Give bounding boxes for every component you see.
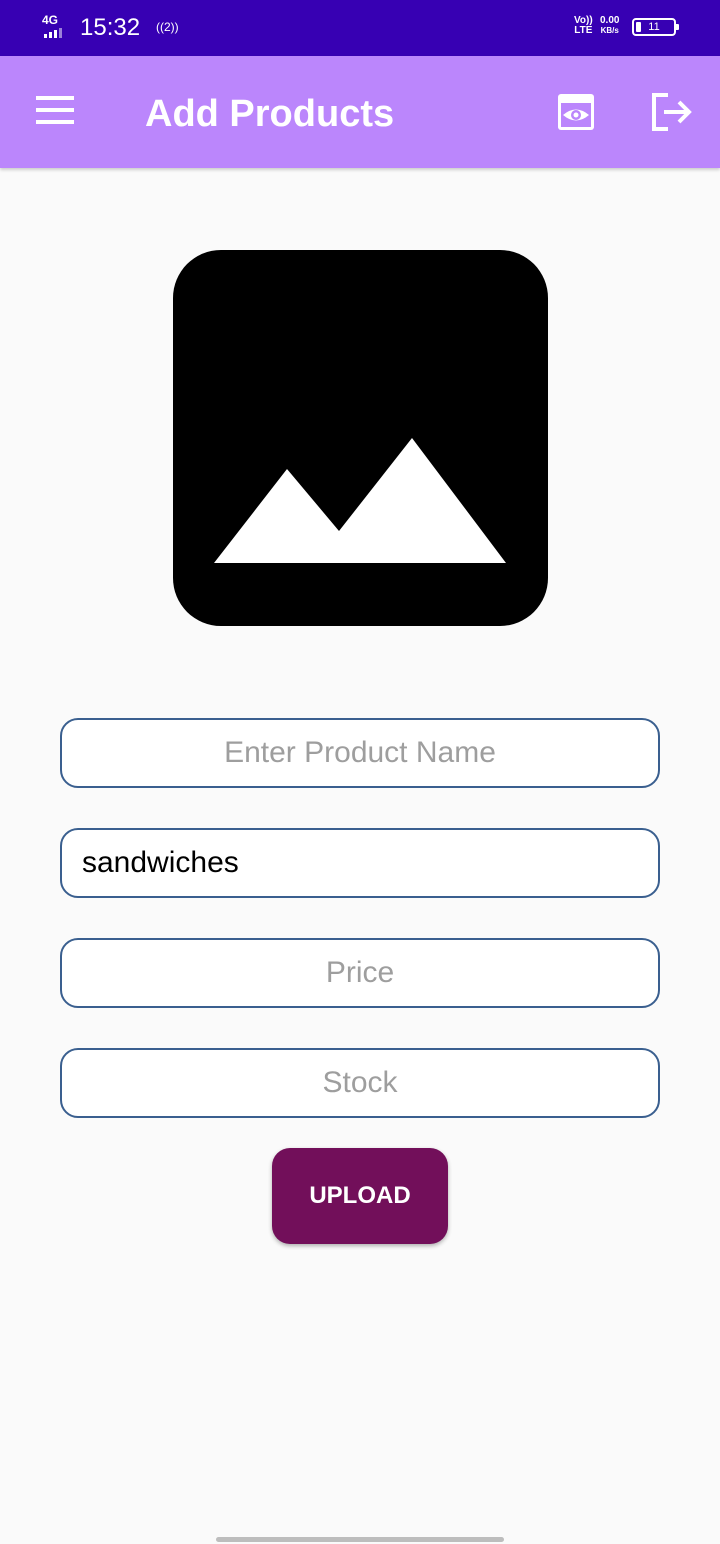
battery-icon: 11 — [632, 18, 679, 36]
home-indicator[interactable] — [216, 1537, 504, 1542]
logout-icon[interactable] — [650, 92, 694, 132]
volte-indicator: Vo)) LTE — [574, 16, 593, 36]
price-input[interactable] — [60, 938, 660, 1008]
network-speed: 0.00 KB/s — [600, 16, 619, 36]
menu-icon[interactable] — [36, 96, 76, 126]
battery-level: 11 — [648, 21, 660, 33]
page-title: Add Products — [145, 93, 395, 135]
product-name-input[interactable] — [60, 718, 660, 788]
lte-label: LTE — [574, 25, 593, 36]
network-type-label: 4G — [42, 13, 59, 27]
eye-icon[interactable] — [556, 92, 596, 132]
category-input[interactable] — [60, 828, 660, 898]
hotspot-icon: ((2)) — [156, 20, 179, 34]
status-time: 15:32 — [80, 14, 141, 41]
image-placeholder-icon — [214, 438, 506, 563]
upload-button[interactable]: UPLOAD — [272, 1148, 448, 1244]
speed-value: 0.00 — [600, 15, 620, 26]
signal-icon — [44, 28, 62, 38]
status-bar: 4G 15:32 ((2)) Vo)) LTE 0.00 KB/s 11 — [0, 0, 720, 56]
product-image-picker[interactable] — [173, 250, 548, 626]
stock-input[interactable] — [60, 1048, 660, 1118]
speed-unit: KB/s — [600, 26, 619, 35]
app-bar: Add Products — [0, 56, 720, 168]
